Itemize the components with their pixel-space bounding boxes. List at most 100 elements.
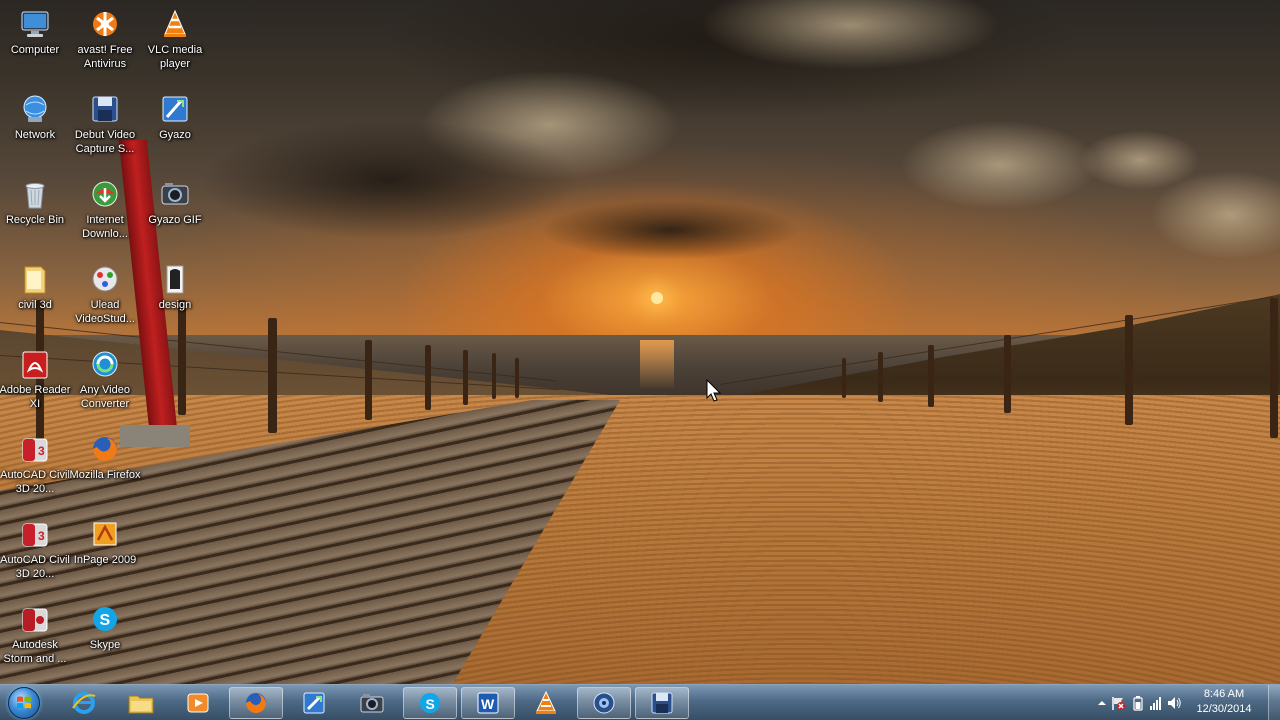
desktop-icon-mozilla-firefox[interactable]: Mozilla Firefox [70,427,140,511]
desktop-icon-label: avast! Free Antivirus [77,44,133,70]
desktop-icon-label: AutoCAD Civil 3D 20... [0,554,70,580]
wallpaper-cloud [200,120,580,240]
desktop-icon-label: Autodesk Storm and ... [3,639,67,665]
recycle-bin-icon [19,178,51,210]
debut-icon [89,93,121,125]
network-signal-icon[interactable] [1148,695,1164,711]
taskbar-firefox[interactable] [229,687,283,719]
taskbar-clock[interactable]: 8:46 AM 12/30/2014 [1184,687,1264,719]
fence-post [425,345,431,410]
inpage-icon [89,518,121,550]
desktop-icon-vlc[interactable]: VLC media player [140,2,210,86]
vlc-icon [159,8,191,40]
internet-explorer-icon [72,692,96,714]
skype-icon: S [420,693,440,713]
autodesk-storm-icon [19,603,51,635]
desktop-icon-internet-download-manager[interactable]: Internet Downlo... [70,172,140,256]
desktop-icon-avast[interactable]: avast! Free Antivirus [70,2,140,86]
clock-date: 12/30/2014 [1196,703,1252,715]
avast-icon [89,8,121,40]
desktop-icon-autocad-civil-2[interactable]: 3 AutoCAD Civil 3D 20... [0,512,70,596]
wallpaper-cloud [540,200,800,260]
desktop-icon-label: design [158,299,192,311]
network-icon [19,93,51,125]
taskbar-gyazo[interactable] [287,687,341,719]
taskbar: S W 8:46 AM 12/30/2014 [0,684,1280,720]
desktop-icon-autocad-civil-1[interactable]: 3 AutoCAD Civil 3D 20... [0,427,70,511]
fence-post [492,353,496,399]
folder-icon [19,263,51,295]
svg-text:3: 3 [38,444,45,458]
firefox-icon [89,433,121,465]
battery-icon[interactable] [1130,695,1146,711]
svg-text:3: 3 [38,529,45,543]
clock-time: 8:46 AM [1203,688,1245,700]
desktop-icon-inpage[interactable]: InPage 2009 [70,512,140,596]
desktop-icon-civil-3d[interactable]: civil 3d [0,257,70,341]
desktop-icon-label: Ulead VideoStud... [75,299,135,325]
wallpaper-cloud [900,120,1100,210]
svg-text:W: W [481,696,495,712]
desktop-icon-label: Adobe Reader XI [0,384,71,410]
volume-icon[interactable] [1166,695,1182,711]
desktop-icon-label: Network [14,129,56,141]
desktop-icon-debut[interactable]: Debut Video Capture S... [70,87,140,171]
desktop-icon-label: civil 3d [18,299,52,311]
word-icon: W [477,692,499,714]
show-hidden-icons-icon[interactable] [1094,695,1110,711]
desktop-icon-ulead[interactable]: Ulead VideoStud... [70,257,140,341]
desktop-icon-label: Internet Downlo... [82,214,128,240]
idm-icon [89,178,121,210]
start-button[interactable] [4,686,44,720]
desktop-icon-gyazo-gif[interactable]: Gyazo GIF [140,172,210,256]
desktop-icon-label: InPage 2009 [73,554,137,566]
wallpaper-cloud [1080,130,1200,190]
desktop-icon-label: AutoCAD Civil 3D 20... [0,469,70,495]
desktop-icon-recycle-bin[interactable]: Recycle Bin [0,172,70,256]
desktop-icon-label: Recycle Bin [5,214,65,226]
any-video-converter-icon [89,348,121,380]
vlc-icon [536,690,556,714]
fence-post [365,340,372,420]
desktop-icon-design[interactable]: design [140,257,210,341]
taskbar-vlc[interactable] [519,687,573,719]
show-desktop-button[interactable] [1268,685,1280,720]
taskbar-internet-explorer[interactable] [57,687,111,719]
gyazo-icon [159,93,191,125]
taskbar-media-player[interactable] [171,687,225,719]
desktop-icon-adobe-reader[interactable]: Adobe Reader XI [0,342,70,426]
taskbar-recorder[interactable] [577,687,631,719]
desktop-icon-any-video-converter[interactable]: Any Video Converter [70,342,140,426]
fence-post [463,350,468,405]
fence-post [515,358,519,398]
taskbar-skype[interactable]: S [403,687,457,719]
taskbar-debut-video-capture[interactable] [345,687,399,719]
desktop-icon-gyazo[interactable]: Gyazo [140,87,210,171]
flag-icon[interactable] [1110,695,1126,711]
taskbar-word[interactable]: W [461,687,515,719]
desktop-icon-computer[interactable]: Computer [0,2,70,86]
fence-post [928,345,934,407]
desktop-icon-label: Skype [89,639,121,651]
desktop-icon-label: Mozilla Firefox [69,469,141,481]
fence-post [268,318,277,433]
fence-post [1270,298,1278,438]
recorder-icon [593,692,615,714]
desktop-icon-label: Any Video Converter [80,384,130,410]
taskbar-file-explorer[interactable] [114,687,168,719]
fence-post [1125,315,1133,425]
desktop-icon-label: Computer [10,44,60,56]
desktop-icon-label: Gyazo GIF [148,214,202,226]
desktop-icon-autodesk-storm[interactable]: Autodesk Storm and ... [0,597,70,681]
desktop-icon-network[interactable]: Network [0,87,70,171]
debut-video-capture-icon [360,694,384,713]
desktop-icon-skype[interactable]: S Skype [70,597,140,681]
firefox-icon [246,693,266,713]
autocad-civil-icon: 3 [19,433,51,465]
computer-icon [19,8,51,40]
taskbar-save[interactable] [635,687,689,719]
gyazo-icon [303,692,325,714]
design-icon [159,263,191,295]
system-tray: 8:46 AM 12/30/2014 [1080,685,1280,720]
autocad-civil-icon: 3 [19,518,51,550]
